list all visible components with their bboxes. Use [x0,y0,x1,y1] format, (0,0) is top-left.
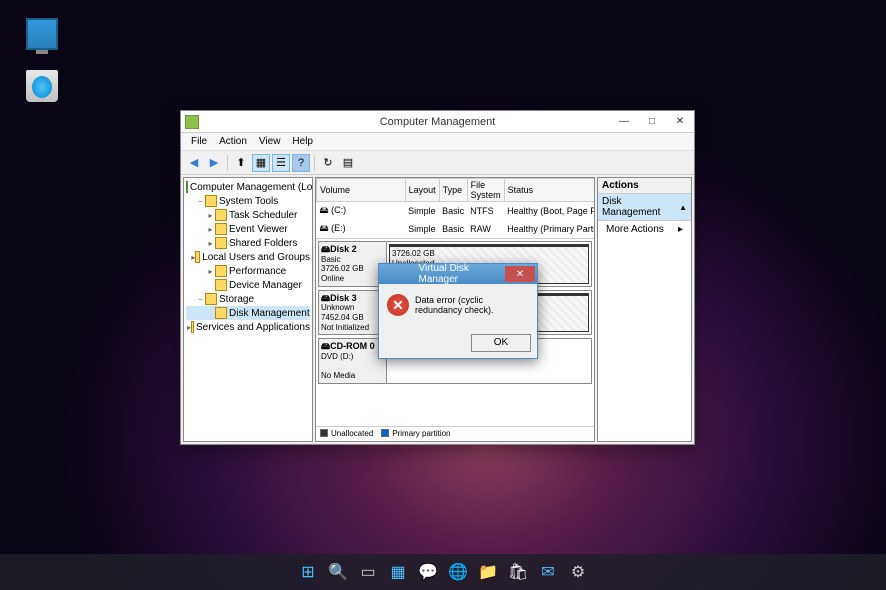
desktop-icon-recycle-bin[interactable] [22,70,62,104]
tree-node-local-users-and-groups[interactable]: ▸Local Users and Groups [186,250,310,264]
taskbar-settings-icon[interactable]: ⚙ [565,559,591,585]
tree-node-services-and-applications[interactable]: ▸Services and Applications [186,320,310,334]
actions-section[interactable]: Disk Management ▲ [598,194,691,221]
tree-node-disk-management[interactable]: Disk Management [186,306,310,320]
column-header[interactable]: File System [467,179,504,202]
ok-button[interactable]: OK [471,334,531,352]
menu-view[interactable]: View [253,134,287,149]
dialog-close-button[interactable]: ✕ [505,266,535,282]
forward-button[interactable]: ▶ [205,154,223,172]
taskbar-search-icon[interactable]: 🔍 [325,559,351,585]
tree-node-system-tools[interactable]: −System Tools [186,194,310,208]
titlebar[interactable]: Computer Management — □ ✕ [181,111,694,133]
error-icon: ✕ [387,294,409,316]
folder-icon [215,237,227,249]
folder-icon [215,307,227,319]
folder-icon [195,251,200,263]
actions-header: Actions [598,178,691,194]
minimize-button[interactable]: — [610,112,638,132]
menu-file[interactable]: File [185,134,213,149]
pc-icon [26,18,58,50]
tree-node-shared-folders[interactable]: ▸Shared Folders [186,236,310,250]
column-header[interactable]: Status [504,179,594,202]
back-button[interactable]: ◀ [185,154,203,172]
more-actions-item[interactable]: More Actions ▸ [598,221,691,238]
disk-info: 🖴Disk 2Basic3726.02 GBOnline [319,242,387,286]
taskbar-start-icon[interactable]: ⊞ [295,559,321,585]
folder-icon [205,195,217,207]
volume-row[interactable]: 🖴 (E:)SimpleBasicRAWHealthy (Primary Par… [317,220,595,238]
legend-item: Unallocated [320,429,373,438]
tree-node-event-viewer[interactable]: ▸Event Viewer [186,222,310,236]
folder-icon [191,321,194,333]
menu-action[interactable]: Action [213,134,253,149]
desktop-icon-this-pc[interactable] [22,18,62,52]
tree-node-device-manager[interactable]: Device Manager [186,278,310,292]
menubar: FileActionViewHelp [181,133,694,151]
error-dialog: Virtual Disk Manager ✕ ✕ Data error (cyc… [378,263,538,359]
help-button[interactable]: ? [292,154,310,172]
window-title: Computer Management [380,116,496,128]
column-header[interactable]: Layout [405,179,439,202]
folder-icon [215,279,227,291]
disk-info: 🖴Disk 3Unknown7452.04 GBNot Initialized [319,291,387,335]
legend-item: Primary partition [381,429,450,438]
disk-info: 🖴CD-ROM 0DVD (D:)No Media [319,339,387,383]
folder-icon [215,209,227,221]
column-header[interactable]: Type [439,179,467,202]
properties-button[interactable]: ☰ [272,154,290,172]
folder-icon [186,181,188,193]
close-button[interactable]: ✕ [666,112,694,132]
taskbar-store-icon[interactable]: 🛍 [505,559,531,585]
recycle-bin-icon [26,70,58,102]
folder-icon [215,265,227,277]
collapse-icon: ▲ [679,203,687,212]
taskbar-chat-icon[interactable]: 💬 [415,559,441,585]
folder-icon [205,293,217,305]
refresh-button[interactable]: ↻ [319,154,337,172]
volume-table[interactable]: VolumeLayoutTypeFile SystemStatusC 🖴 (C:… [316,178,594,238]
dialog-message: Data error (cyclic redundancy check). [415,295,529,315]
menu-help[interactable]: Help [286,134,319,149]
toolbar: ◀ ▶ ⬆ ▦ ☰ ? ↻ ▤ [181,151,694,175]
taskbar-explorer-icon[interactable]: 📁 [475,559,501,585]
tree-node-performance[interactable]: ▸Performance [186,264,310,278]
chevron-right-icon: ▸ [678,224,683,235]
taskbar-mail-icon[interactable]: ✉ [535,559,561,585]
app-icon [185,115,199,129]
taskbar-task-view-icon[interactable]: ▭ [355,559,381,585]
taskbar-widgets-icon[interactable]: ▦ [385,559,411,585]
extra-button[interactable]: ▤ [339,154,357,172]
actions-pane: Actions Disk Management ▲ More Actions ▸ [597,177,692,442]
maximize-button[interactable]: □ [638,112,666,132]
folder-icon [215,223,227,235]
tree-node-task-scheduler[interactable]: ▸Task Scheduler [186,208,310,222]
dialog-title: Virtual Disk Manager [419,263,498,285]
volume-row[interactable]: 🖴 (C:)SimpleBasicNTFSHealthy (Boot, Page… [317,202,595,221]
tree-node-computer-management-local-[interactable]: Computer Management (Local) [186,180,310,194]
show-hide-button[interactable]: ▦ [252,154,270,172]
taskbar: ⊞🔍▭▦💬🌐📁🛍✉⚙ [0,554,886,590]
taskbar-edge-icon[interactable]: 🌐 [445,559,471,585]
column-header[interactable]: Volume [317,179,406,202]
up-button[interactable]: ⬆ [232,154,250,172]
tree-pane[interactable]: Computer Management (Local)−System Tools… [183,177,313,442]
dialog-titlebar[interactable]: Virtual Disk Manager ✕ [379,264,537,284]
legend: Unallocated Primary partition [316,426,594,442]
tree-node-storage[interactable]: −Storage [186,292,310,306]
